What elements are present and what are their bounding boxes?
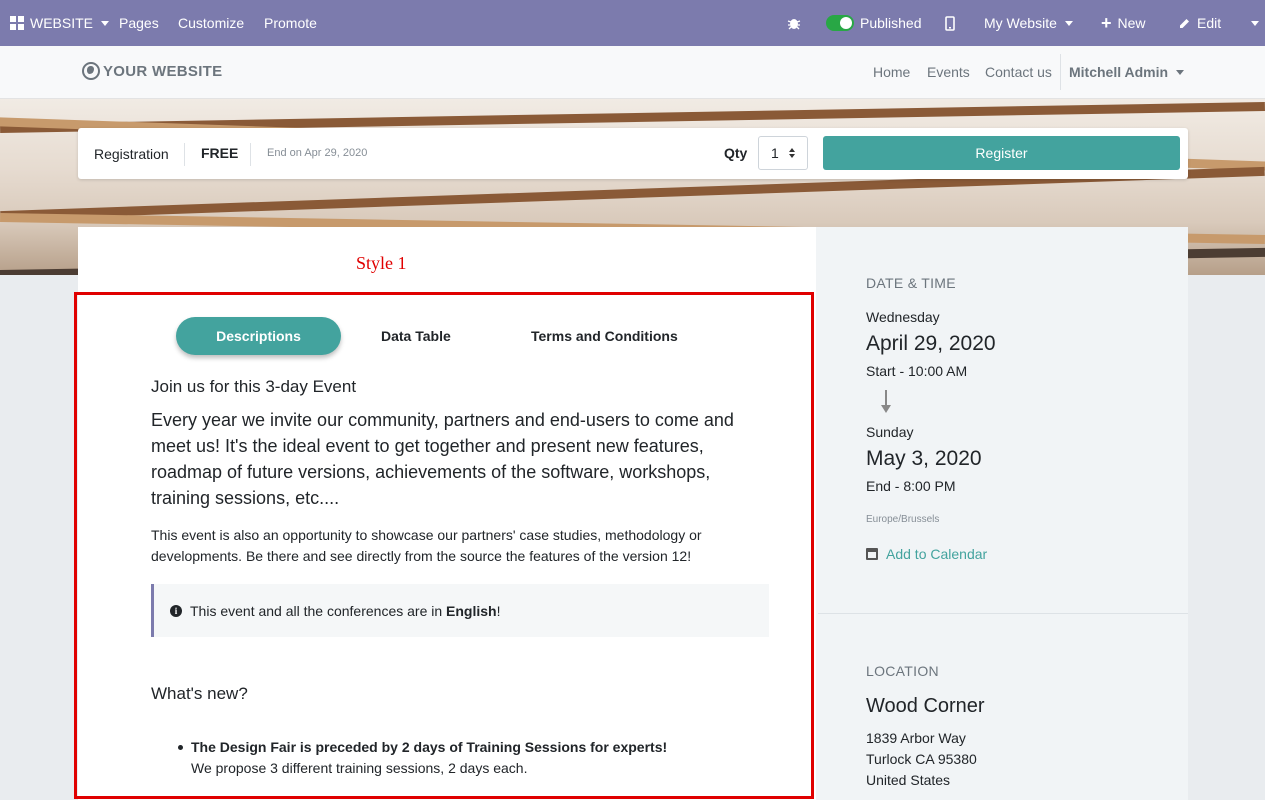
admin-bar: WEBSITE Pages Customize Promote Publishe… — [0, 0, 1265, 46]
bullet-title: The Design Fair is preceded by 2 days of… — [191, 739, 668, 755]
menu-promote[interactable]: Promote — [264, 0, 317, 46]
app-label: WEBSITE — [30, 15, 94, 31]
arrow-down-icon — [880, 390, 892, 414]
alert-prefix: This event and all the conferences are i… — [190, 602, 447, 619]
website-navbar: YOUR WEBSITE Home Events Contact us Mitc… — [0, 46, 1265, 99]
website-selector[interactable]: My Website — [984, 0, 1073, 46]
qty-label: Qty — [724, 145, 748, 161]
style-annotation: Style 1 — [356, 253, 407, 273]
language-alert: i This event and all the conferences are… — [151, 584, 769, 637]
address-line2: Turlock CA 95380 — [866, 751, 977, 767]
timezone: Europe/Brussels — [866, 514, 940, 525]
end-day: Sunday — [866, 424, 914, 440]
location-name: Wood Corner — [866, 695, 985, 717]
location-heading: LOCATION — [866, 663, 939, 679]
datetime-heading: DATE & TIME — [866, 275, 956, 291]
apps-grid-icon — [10, 16, 24, 30]
website-selector-label: My Website — [984, 15, 1057, 31]
whats-new-heading: What's new? — [151, 684, 248, 703]
menu-pages[interactable]: Pages — [119, 0, 159, 46]
registration-end-date: End on Apr 29, 2020 — [267, 147, 368, 159]
bullet-text: We propose 3 different training sessions… — [191, 760, 528, 776]
alert-language: English — [446, 602, 497, 619]
start-day: Wednesday — [866, 309, 940, 325]
website-app-menu[interactable]: WEBSITE — [10, 0, 110, 46]
plus-icon: + — [1101, 13, 1112, 33]
select-arrows-icon — [789, 148, 796, 158]
alert-text: This event and all the conferences are i… — [190, 603, 501, 619]
site-logo[interactable]: YOUR WEBSITE — [82, 62, 222, 80]
register-button[interactable]: Register — [823, 136, 1180, 170]
calendar-icon — [866, 548, 878, 560]
nav-link-contact[interactable]: Contact us — [985, 64, 1052, 80]
divider — [184, 143, 185, 166]
calendar-link-label: Add to Calendar — [886, 546, 988, 562]
registration-bar: Registration FREE End on Apr 29, 2020 Qt… — [78, 128, 1188, 179]
toggle-switch-icon — [826, 15, 854, 31]
info-icon: i — [170, 604, 182, 617]
mobile-icon — [945, 15, 955, 31]
edit-label: Edit — [1197, 15, 1222, 31]
chevron-down-icon — [1251, 20, 1259, 26]
mobile-preview-button[interactable] — [945, 0, 955, 46]
published-label: Published — [860, 15, 922, 31]
new-button[interactable]: + New — [1101, 0, 1146, 46]
tab-descriptions[interactable]: Descriptions — [176, 317, 341, 355]
globe-icon — [82, 62, 100, 80]
edit-dropdown-toggle[interactable] — [1249, 0, 1259, 46]
lead-paragraph: Every year we invite our community, part… — [151, 410, 734, 508]
end-time: End - 8:00 PM — [866, 478, 956, 494]
tab-data-table[interactable]: Data Table — [381, 328, 451, 344]
user-name: Mitchell Admin — [1069, 64, 1169, 80]
qty-select[interactable]: 1 — [758, 136, 808, 170]
add-to-calendar-link[interactable]: Add to Calendar — [866, 546, 987, 562]
start-date: April 29, 2020 — [866, 332, 996, 355]
alert-suffix: ! — [496, 602, 501, 619]
chevron-down-icon — [1176, 69, 1185, 75]
registration-label: Registration — [94, 146, 169, 162]
menu-customize[interactable]: Customize — [178, 0, 244, 46]
nav-link-events[interactable]: Events — [927, 64, 970, 80]
user-menu[interactable]: Mitchell Admin — [1069, 64, 1185, 80]
address-line1: 1839 Arbor Way — [866, 730, 966, 746]
edit-button[interactable]: Edit — [1178, 0, 1221, 46]
bug-icon — [787, 19, 801, 30]
divider — [250, 143, 251, 166]
qty-value: 1 — [771, 145, 779, 161]
intro-heading: Join us for this 3-day Event — [151, 377, 357, 396]
body-paragraph: This event is also an opportunity to sho… — [151, 527, 702, 564]
debug-bug-button[interactable] — [787, 0, 801, 46]
nav-link-home[interactable]: Home — [873, 64, 910, 80]
list-item: The Design Fair is preceded by 2 days of… — [178, 737, 751, 779]
pencil-icon — [1180, 18, 1189, 28]
publish-toggle[interactable]: Published — [826, 0, 922, 46]
chevron-down-icon — [1064, 20, 1073, 26]
tab-terms-and-conditions[interactable]: Terms and Conditions — [531, 328, 678, 344]
site-logo-text: YOUR WEBSITE — [103, 62, 223, 80]
sidebar-divider — [818, 613, 1188, 614]
start-time: Start - 10:00 AM — [866, 363, 968, 379]
ticket-price: FREE — [201, 145, 239, 161]
address-country: United States — [866, 772, 951, 788]
new-label: New — [1117, 15, 1146, 31]
chevron-down-icon — [101, 20, 110, 26]
end-date: May 3, 2020 — [866, 447, 982, 470]
nav-divider — [1060, 54, 1061, 90]
